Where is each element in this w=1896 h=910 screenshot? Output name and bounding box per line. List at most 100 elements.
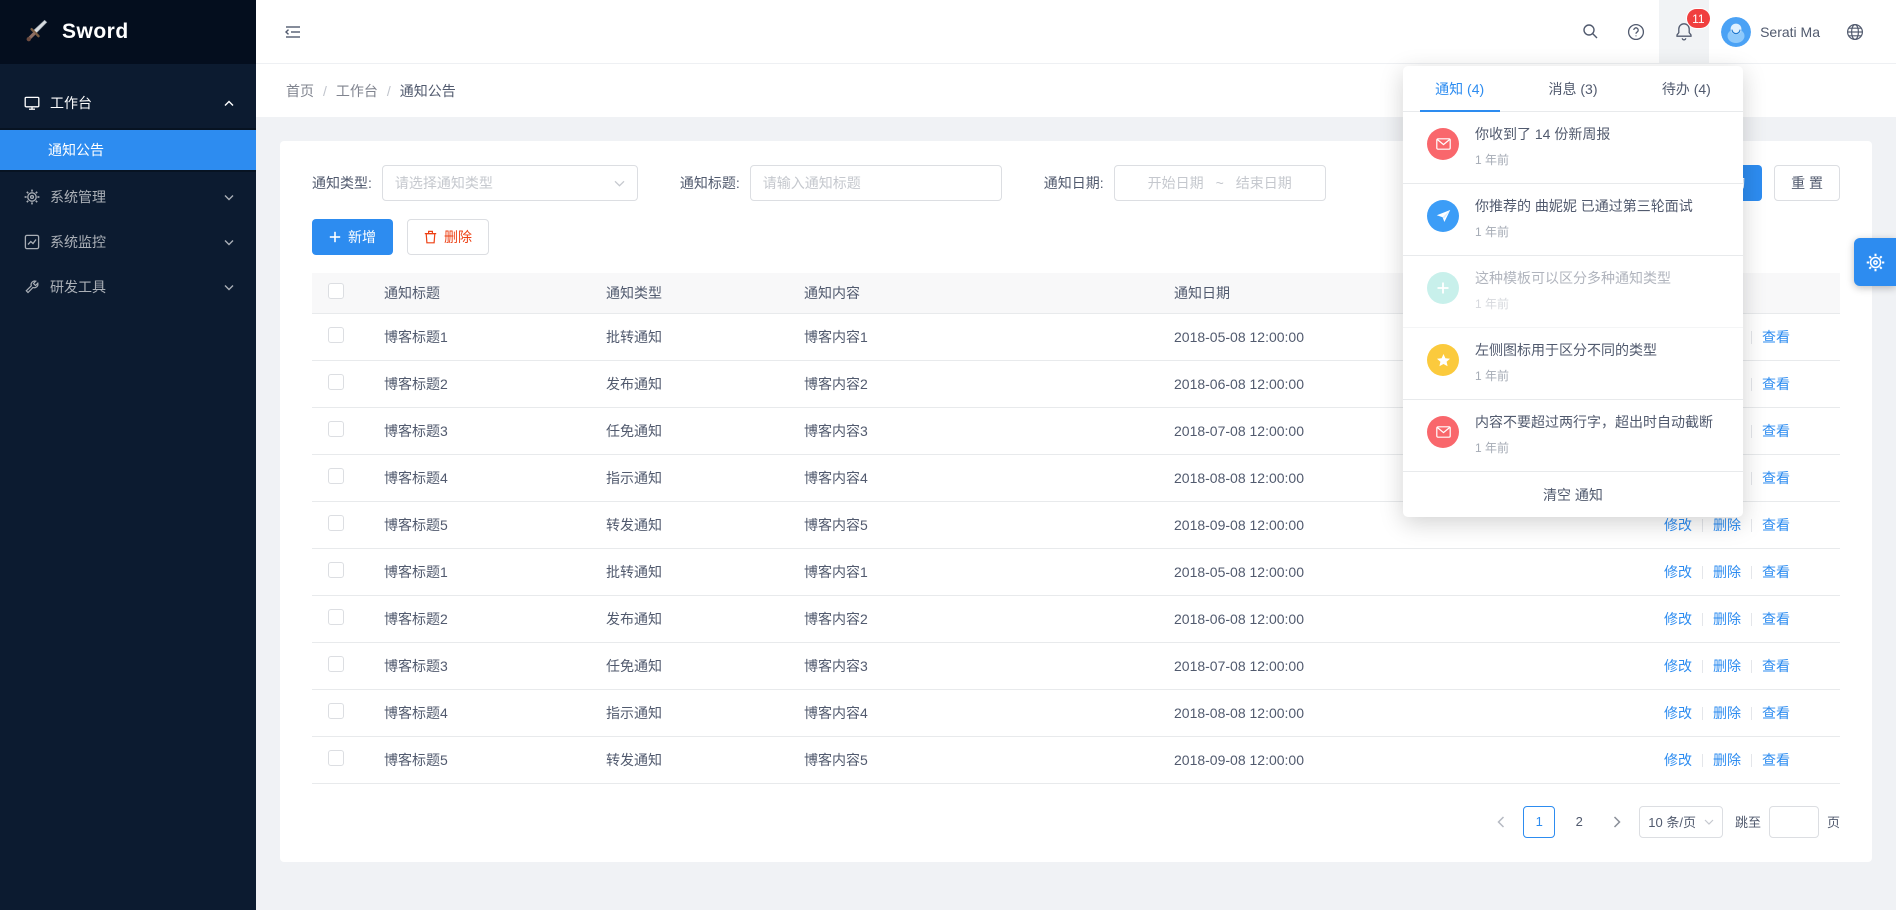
view-link[interactable]: 查看 [1762, 376, 1790, 392]
notification-title: 你收到了 14 份新周报 [1475, 125, 1610, 144]
sidebar-item-dev-tools[interactable]: 研发工具 [0, 267, 256, 307]
sidebar-item-workbench[interactable]: 工作台 [0, 83, 256, 123]
reset-button[interactable]: 重 置 [1774, 165, 1840, 201]
sidebar-item-system-monitor[interactable]: 系统监控 [0, 222, 256, 262]
title-input[interactable] [750, 165, 1002, 201]
view-link[interactable]: 查看 [1762, 611, 1790, 627]
help-icon[interactable] [1613, 0, 1659, 63]
divider [1702, 660, 1703, 673]
cell-content: 博客内容4 [788, 454, 1158, 501]
view-link[interactable]: 查看 [1762, 705, 1790, 721]
cell-title: 博客标题3 [368, 407, 590, 454]
settings-fab[interactable] [1854, 238, 1896, 286]
row-checkbox[interactable] [328, 468, 344, 484]
chevron-down-icon [224, 239, 234, 246]
table-row: 博客标题2 发布通知 博客内容2 2018-06-08 12:00:00 修改删… [312, 595, 1840, 642]
page-jump-input[interactable] [1769, 806, 1819, 838]
globe-icon[interactable] [1832, 0, 1878, 63]
row-checkbox[interactable] [328, 609, 344, 625]
row-checkbox[interactable] [328, 750, 344, 766]
filter-title: 通知标题: [680, 165, 1002, 201]
row-checkbox[interactable] [328, 703, 344, 719]
cell-type: 转发通知 [590, 501, 788, 548]
clear-notifications-button[interactable]: 清空 通知 [1403, 472, 1743, 517]
view-link[interactable]: 查看 [1762, 752, 1790, 768]
notification-item[interactable]: 左侧图标用于区分不同的类型 1 年前 [1403, 328, 1743, 400]
table-row: 博客标题4 指示通知 博客内容4 2018-08-08 12:00:00 修改删… [312, 689, 1840, 736]
edit-link[interactable]: 修改 [1664, 752, 1692, 768]
mail-icon [1427, 128, 1459, 160]
notification-time: 1 年前 [1475, 151, 1610, 168]
edit-link[interactable]: 修改 [1664, 564, 1692, 580]
edit-link[interactable]: 修改 [1664, 517, 1692, 533]
cell-type: 指示通知 [590, 454, 788, 501]
menu-fold-icon[interactable] [278, 17, 308, 47]
add-button[interactable]: 新增 [312, 219, 393, 255]
cell-date: 2018-05-08 12:00:00 [1158, 548, 1648, 595]
view-link[interactable]: 查看 [1762, 517, 1790, 533]
notification-item[interactable]: 你推荐的 曲妮妮 已通过第三轮面试 1 年前 [1403, 184, 1743, 256]
cell-type: 任免通知 [590, 407, 788, 454]
page-2[interactable]: 2 [1563, 806, 1595, 838]
tab-message[interactable]: 消息 (3) [1516, 66, 1629, 111]
sidebar: Sword 工作台 通知公告 [0, 0, 256, 910]
page-1[interactable]: 1 [1523, 806, 1555, 838]
cell-type: 发布通知 [590, 595, 788, 642]
delete-button[interactable]: 删除 [407, 219, 489, 255]
edit-link[interactable]: 修改 [1664, 658, 1692, 674]
next-page-icon[interactable] [1603, 806, 1631, 838]
notification-dropdown: 通知 (4) 消息 (3) 待办 (4) 你收到了 14 份新周报 1 年前 你… [1403, 66, 1743, 517]
view-link[interactable]: 查看 [1762, 658, 1790, 674]
row-checkbox[interactable] [328, 562, 344, 578]
select-all-checkbox[interactable] [328, 283, 344, 299]
user-menu[interactable]: Serati Ma [1709, 17, 1832, 47]
divider [1751, 660, 1752, 673]
row-checkbox[interactable] [328, 656, 344, 672]
breadcrumb-home[interactable]: 首页 [286, 81, 314, 101]
delete-link[interactable]: 删除 [1713, 611, 1741, 627]
breadcrumb-workbench[interactable]: 工作台 [336, 81, 378, 101]
delete-link[interactable]: 删除 [1713, 658, 1741, 674]
view-link[interactable]: 查看 [1762, 470, 1790, 486]
cell-content: 博客内容2 [788, 360, 1158, 407]
cell-title: 博客标题5 [368, 736, 590, 783]
prev-page-icon[interactable] [1487, 806, 1515, 838]
divider [1702, 754, 1703, 767]
tab-todo[interactable]: 待办 (4) [1630, 66, 1743, 111]
view-link[interactable]: 查看 [1762, 329, 1790, 345]
type-select[interactable]: 请选择通知类型 [382, 165, 638, 201]
delete-link[interactable]: 删除 [1713, 705, 1741, 721]
delete-link[interactable]: 删除 [1713, 752, 1741, 768]
notification-title: 内容不要超过两行字，超出时自动截断 [1475, 413, 1713, 432]
sidebar-item-system-mgmt[interactable]: 系统管理 [0, 177, 256, 217]
tab-notice[interactable]: 通知 (4) [1403, 66, 1516, 111]
view-link[interactable]: 查看 [1762, 564, 1790, 580]
notification-item[interactable]: 这种模板可以区分多种通知类型 1 年前 [1403, 256, 1743, 328]
cell-content: 博客内容1 [788, 313, 1158, 360]
notification-item[interactable]: 你收到了 14 份新周报 1 年前 [1403, 112, 1743, 184]
divider [1702, 707, 1703, 720]
edit-link[interactable]: 修改 [1664, 611, 1692, 627]
cell-type: 指示通知 [590, 689, 788, 736]
delete-link[interactable]: 删除 [1713, 517, 1741, 533]
row-checkbox[interactable] [328, 515, 344, 531]
delete-link[interactable]: 删除 [1713, 564, 1741, 580]
app-logo[interactable]: Sword [0, 0, 256, 64]
row-checkbox[interactable] [328, 421, 344, 437]
date-range-picker[interactable]: 开始日期 ~ 结束日期 [1114, 165, 1326, 201]
row-checkbox[interactable] [328, 374, 344, 390]
plus-icon [329, 231, 341, 243]
chevron-down-icon [224, 194, 234, 201]
page-size-select[interactable]: 10 条/页 [1639, 806, 1723, 838]
date-label: 通知日期: [1044, 173, 1104, 193]
edit-link[interactable]: 修改 [1664, 705, 1692, 721]
sidebar-item-notice[interactable]: 通知公告 [0, 130, 256, 170]
view-link[interactable]: 查看 [1762, 423, 1790, 439]
row-checkbox[interactable] [328, 327, 344, 343]
search-icon[interactable] [1568, 0, 1613, 63]
chevron-down-icon [224, 284, 234, 291]
notification-item[interactable]: 内容不要超过两行字，超出时自动截断 1 年前 [1403, 400, 1743, 472]
cell-content: 博客内容2 [788, 595, 1158, 642]
divider [1751, 472, 1752, 485]
notifications-bell[interactable]: 11 [1659, 0, 1709, 63]
